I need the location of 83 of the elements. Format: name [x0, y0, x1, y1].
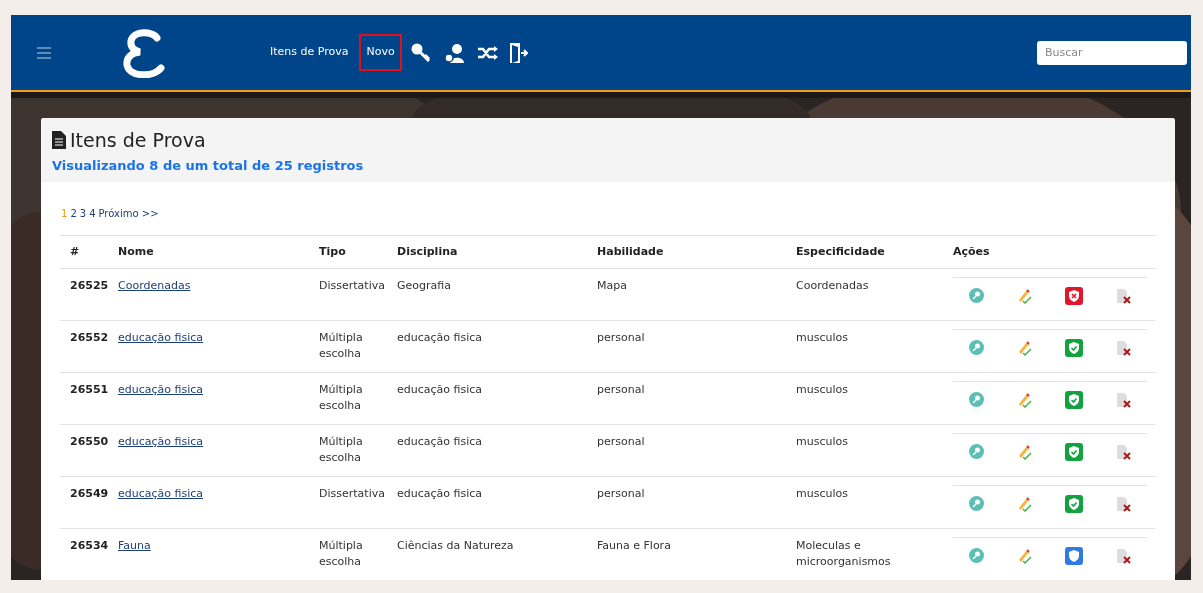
- table-cell: educação fisica: [397, 487, 483, 500]
- table-cell: Ciências da Natureza: [397, 539, 514, 552]
- document-delete-icon[interactable]: [1114, 287, 1131, 304]
- nav-link[interactable]: Itens de Prova: [263, 34, 356, 71]
- table-cell: personal: [597, 383, 645, 396]
- item-name-link[interactable]: educação fisica: [118, 331, 204, 344]
- logo-icon[interactable]: [123, 27, 165, 78]
- search-icon[interactable]: [969, 288, 985, 303]
- panel-title: Itens de Prova: [70, 128, 206, 153]
- search-icon[interactable]: [969, 496, 985, 511]
- column-header: Ações: [953, 244, 990, 258]
- table-cell: educação fisica: [397, 383, 483, 396]
- table-cell-text: musculos: [796, 382, 849, 398]
- table-cell: 26552: [70, 331, 109, 344]
- table-cell: 26551: [70, 383, 109, 396]
- item-name-link[interactable]: educação fisica: [118, 383, 204, 396]
- shield-icon[interactable]: [1064, 546, 1083, 565]
- pencil-check-icon[interactable]: [1016, 339, 1033, 356]
- search-icon[interactable]: [969, 548, 985, 563]
- table-cell-text: Moleculas e microorganismos: [796, 538, 892, 570]
- item-name-link[interactable]: Fauna: [118, 539, 151, 552]
- table-cell-text: Múltipla escolha: [319, 382, 364, 414]
- table-cell: 26534: [70, 539, 109, 552]
- table-cell: 26525: [70, 279, 109, 292]
- table-cell: Mapa: [597, 279, 627, 292]
- column-header: Habilidade: [597, 244, 664, 258]
- table-cell: personal: [597, 331, 645, 344]
- shield-x-icon[interactable]: [1064, 286, 1083, 305]
- column-header: #: [70, 244, 80, 258]
- column-header: Disciplina: [397, 244, 458, 258]
- records-summary: Visualizando 8 de um total de 25 registros: [52, 156, 365, 175]
- document-delete-icon[interactable]: [1114, 339, 1131, 356]
- table-cell-text: Coordenadas: [796, 278, 870, 294]
- table-cell: personal: [597, 435, 645, 448]
- pencil-check-icon[interactable]: [1016, 443, 1033, 460]
- pencil-check-icon[interactable]: [1016, 495, 1033, 512]
- column-header: Especificidade: [796, 244, 885, 258]
- table-cell: educação fisica: [397, 331, 483, 344]
- table-cell-text: Múltipla escolha: [319, 330, 364, 362]
- table-cell-text: musculos: [796, 330, 849, 346]
- column-header: Tipo: [319, 244, 346, 258]
- shield-check-icon[interactable]: [1064, 338, 1083, 357]
- page-link[interactable]: 4: [89, 206, 96, 221]
- pencil-check-icon[interactable]: [1016, 391, 1033, 408]
- table-cell: 26550: [70, 435, 109, 448]
- shield-check-icon[interactable]: [1064, 442, 1083, 461]
- key-icon[interactable]: [409, 41, 432, 64]
- table-cell: educação fisica: [397, 435, 483, 448]
- table-cell: 26549: [70, 487, 109, 500]
- document-delete-icon[interactable]: [1114, 495, 1131, 512]
- document-icon: [52, 131, 66, 150]
- table-cell-text: musculos: [796, 434, 849, 450]
- table-cell-text: Dissertativa: [319, 486, 386, 502]
- table-cell-text: Múltipla escolha: [319, 434, 364, 466]
- table-cell: Geografia: [397, 279, 451, 292]
- shield-check-icon[interactable]: [1064, 494, 1083, 513]
- table-cell-text: Dissertativa: [319, 278, 386, 294]
- pencil-check-icon[interactable]: [1016, 287, 1033, 304]
- item-name-link[interactable]: educação fisica: [118, 487, 204, 500]
- shuffle-icon[interactable]: [477, 44, 498, 61]
- table-cell: Fauna e Flora: [597, 539, 671, 552]
- page-link[interactable]: 3: [79, 206, 87, 221]
- user-gear-icon[interactable]: [443, 42, 466, 63]
- nav-link[interactable]: Novo: [359, 34, 402, 71]
- table-cell: personal: [597, 487, 645, 500]
- search-icon[interactable]: [969, 444, 985, 459]
- search-icon[interactable]: [969, 392, 985, 407]
- item-name-link[interactable]: Coordenadas: [118, 279, 191, 292]
- menu-icon[interactable]: [37, 46, 51, 59]
- search-icon[interactable]: [969, 340, 985, 355]
- column-header: Nome: [118, 244, 154, 258]
- pencil-check-icon[interactable]: [1016, 547, 1033, 564]
- table-cell-text: Múltipla escolha: [319, 538, 364, 570]
- shield-check-icon[interactable]: [1064, 390, 1083, 409]
- item-name-link[interactable]: educação fisica: [118, 435, 204, 448]
- exit-door-icon[interactable]: [509, 42, 528, 63]
- document-delete-icon[interactable]: [1114, 547, 1131, 564]
- search-field[interactable]: Buscar: [1037, 40, 1187, 65]
- page-link[interactable]: 2: [70, 206, 77, 221]
- next-page-link[interactable]: Próximo >>: [98, 206, 159, 221]
- document-delete-icon[interactable]: [1114, 391, 1131, 408]
- document-delete-icon[interactable]: [1114, 443, 1131, 460]
- table-cell-text: musculos: [796, 486, 849, 502]
